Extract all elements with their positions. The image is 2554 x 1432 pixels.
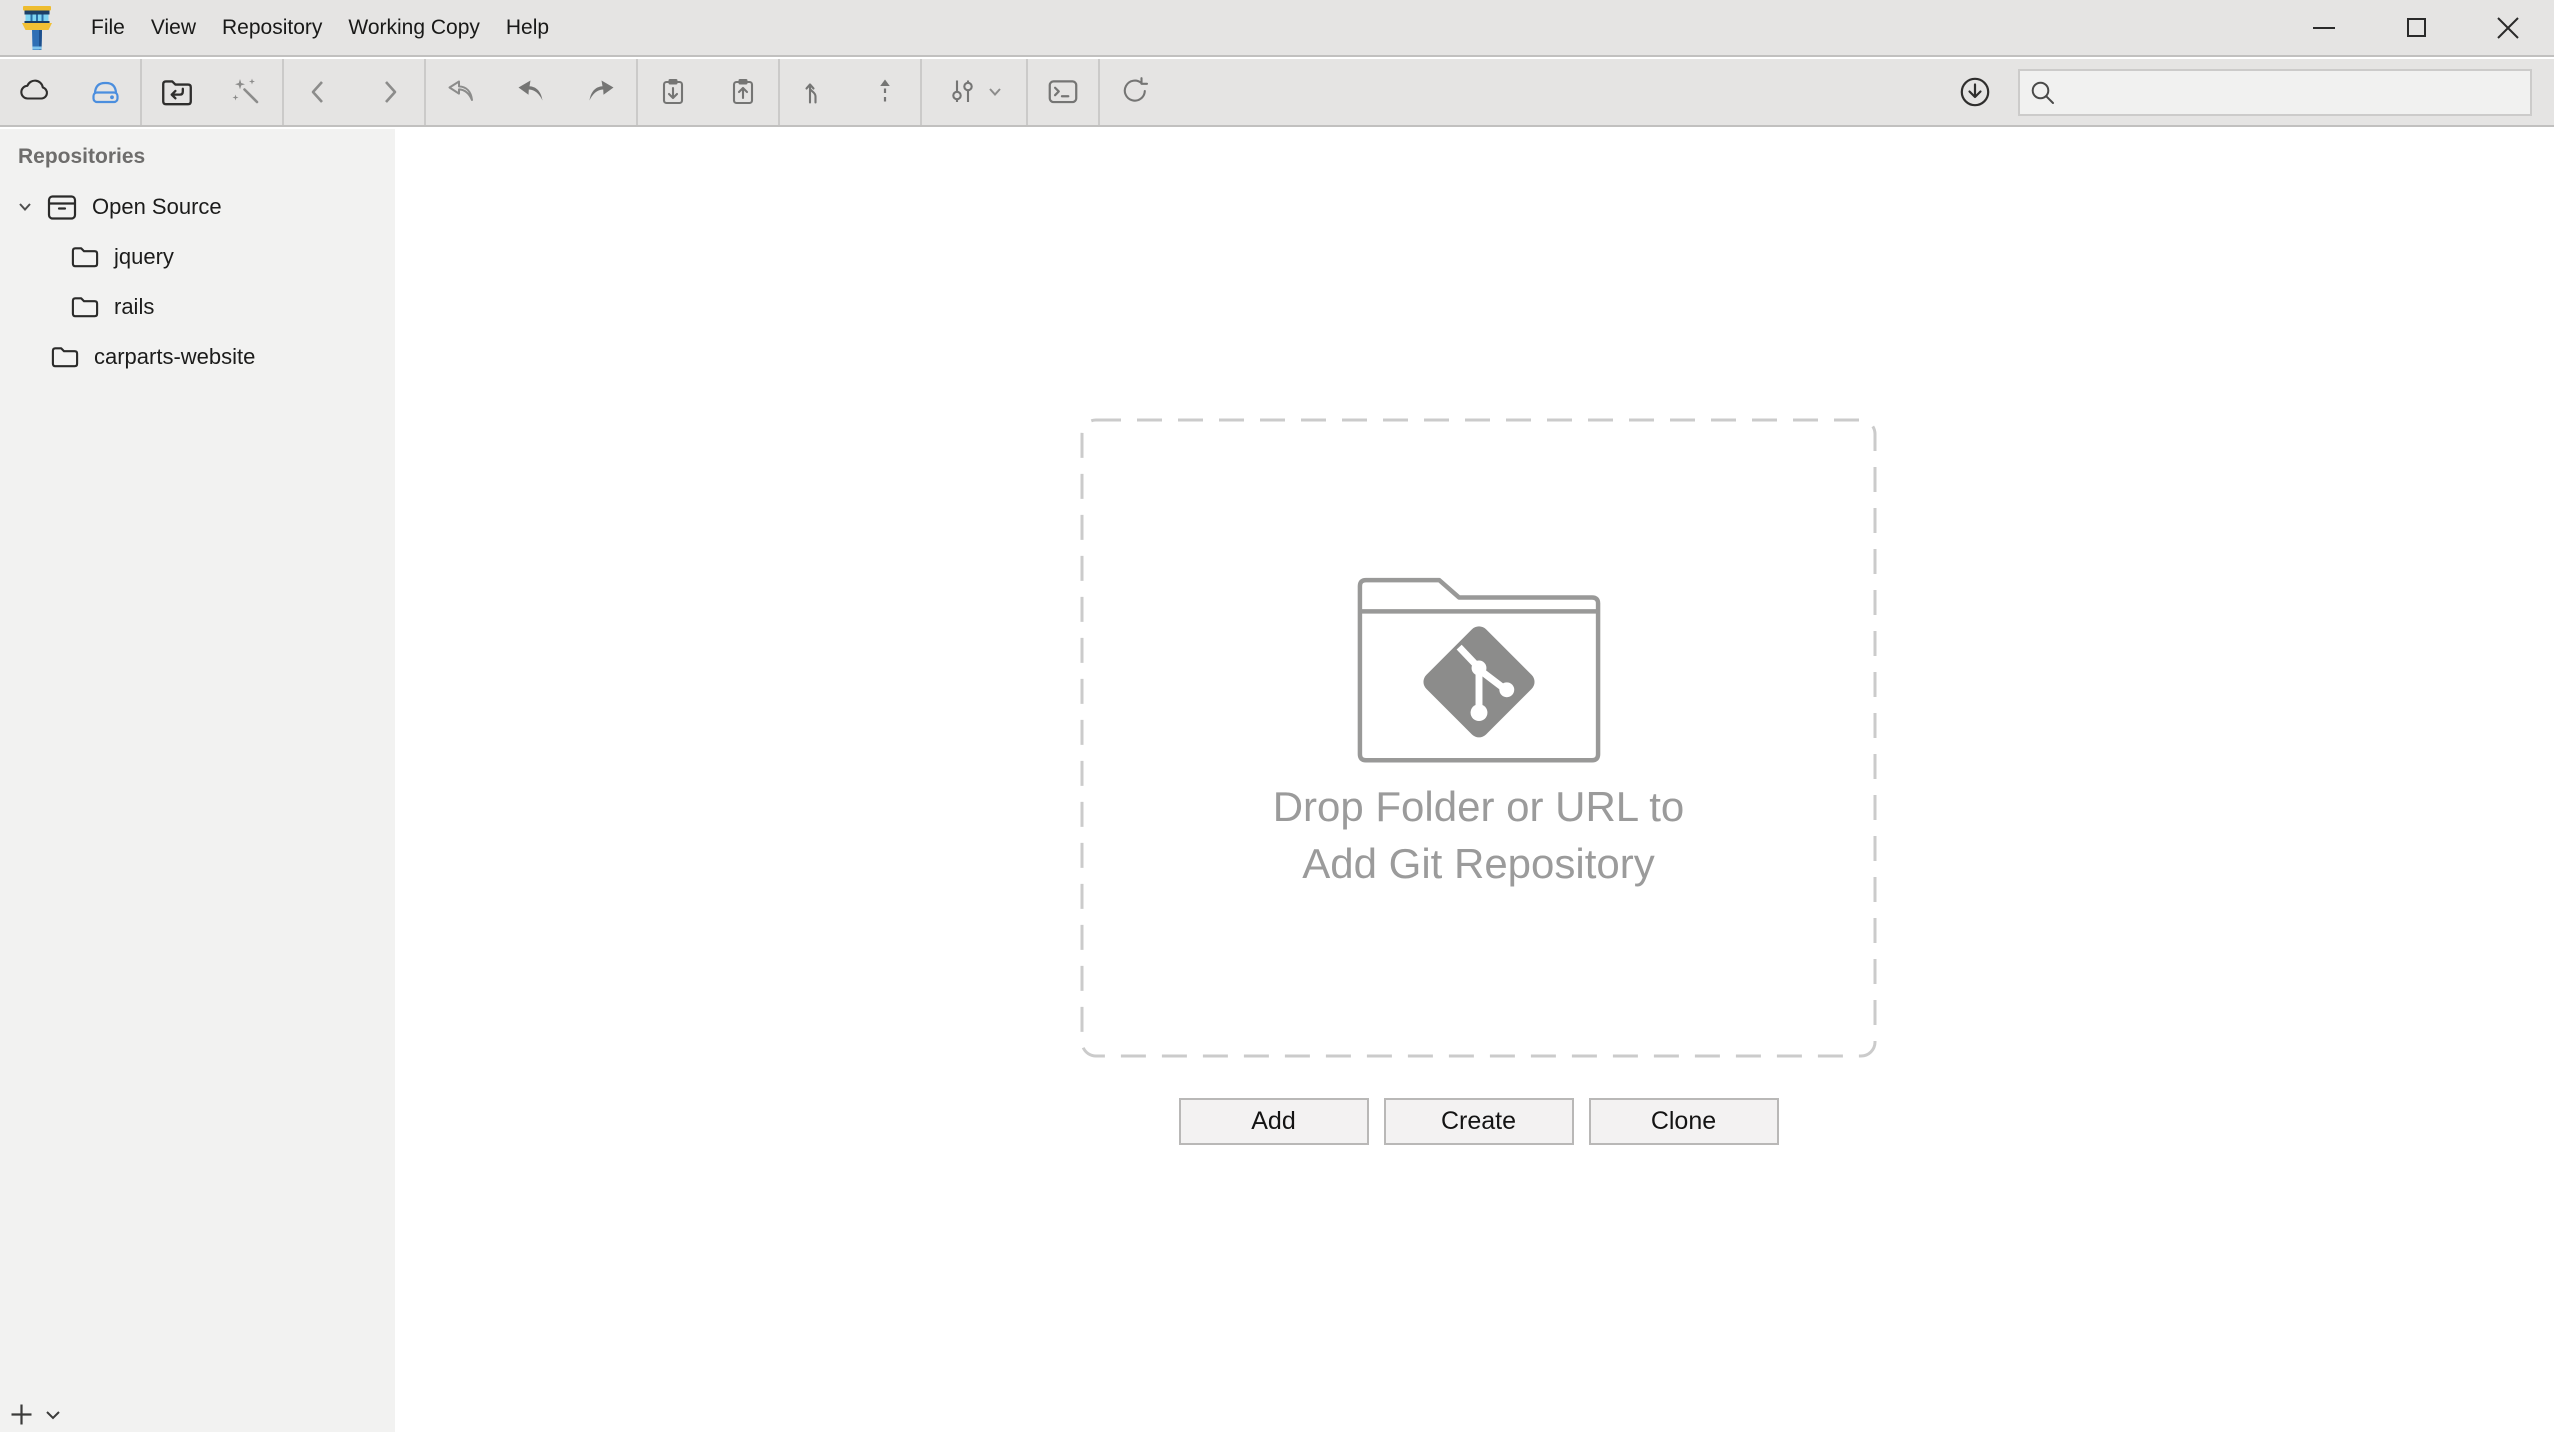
git-folder-icon	[1350, 564, 1608, 764]
chevron-down-icon	[988, 87, 1002, 97]
quick-launch-button[interactable]	[212, 59, 282, 125]
folder-icon	[70, 241, 100, 273]
local-drive-icon	[87, 74, 123, 110]
cloud-icon	[18, 75, 52, 109]
tree-item-label: rails	[114, 294, 154, 320]
menubar: File View Repository Working Copy Help	[78, 0, 562, 55]
dropzone-buttons: Add Create Clone	[1080, 1098, 1877, 1145]
chevron-down-icon[interactable]	[16, 199, 34, 215]
tree-item-open-source[interactable]: Open Source	[0, 182, 395, 232]
commit-graph-icon	[946, 75, 980, 109]
repository-dropzone[interactable]: Drop Folder or URL to Add Git Repository	[1080, 418, 1877, 1058]
tree-item-jquery[interactable]: jquery	[0, 232, 395, 282]
download-updates-button[interactable]	[1940, 59, 2010, 125]
main-area: Drop Folder or URL to Add Git Repository…	[395, 129, 2554, 1432]
stash-icon	[656, 75, 690, 109]
sidebar-footer	[10, 1403, 61, 1426]
open-repository-icon	[159, 74, 195, 110]
tree-item-label: carparts-website	[94, 344, 255, 370]
sidebar-header: Repositories	[0, 129, 395, 169]
tree-item-label: jquery	[114, 244, 174, 270]
folder-icon	[50, 341, 80, 373]
pull-button[interactable]	[496, 59, 566, 125]
window-controls	[2278, 0, 2554, 55]
merge-button[interactable]	[780, 59, 850, 125]
add-button[interactable]: Add	[1179, 1098, 1369, 1145]
push-dashed-button[interactable]	[850, 59, 920, 125]
toolbar	[0, 59, 2554, 127]
close-icon	[2496, 16, 2520, 40]
redo-filled-icon	[584, 75, 618, 109]
repository-tree: Open Source jquery rails carparts-websit…	[0, 182, 395, 382]
merge-icon	[798, 75, 832, 109]
chevron-down-icon[interactable]	[45, 1409, 61, 1421]
refresh-icon	[1118, 75, 1152, 109]
menu-repository[interactable]: Repository	[209, 0, 335, 55]
dropzone-hint: Drop Folder or URL to Add Git Repository	[1273, 778, 1685, 892]
open-terminal-button[interactable]	[1028, 59, 1098, 125]
plus-icon[interactable]	[10, 1403, 33, 1426]
search-input[interactable]	[2018, 69, 2532, 116]
minimize-icon	[2313, 27, 2335, 29]
clone-button[interactable]: Clone	[1589, 1098, 1779, 1145]
forward-button[interactable]	[354, 59, 424, 125]
pop-stash-icon	[726, 75, 760, 109]
app-logo-icon	[20, 5, 54, 51]
tree-item-label: Open Source	[92, 194, 222, 220]
back-icon	[302, 75, 336, 109]
tree-item-rails[interactable]: rails	[0, 282, 395, 332]
share-outline-icon	[444, 75, 478, 109]
sidebar: Repositories Open Source	[0, 129, 395, 1432]
remote-repositories-button[interactable]	[0, 59, 70, 125]
back-button[interactable]	[284, 59, 354, 125]
refresh-button[interactable]	[1100, 59, 1170, 125]
dropzone-hint-line1: Drop Folder or URL to	[1273, 778, 1685, 835]
push-button[interactable]	[566, 59, 636, 125]
open-repository-button[interactable]	[142, 59, 212, 125]
dropzone-hint-line2: Add Git Repository	[1273, 835, 1685, 892]
undo-filled-icon	[514, 75, 548, 109]
menu-view[interactable]: View	[138, 0, 209, 55]
close-button[interactable]	[2462, 0, 2554, 55]
download-icon	[1958, 75, 1992, 109]
push-dashed-icon	[868, 75, 902, 109]
maximize-icon	[2407, 18, 2426, 37]
search-box	[2018, 69, 2532, 116]
app-window: File View Repository Working Copy Help	[0, 0, 2554, 1432]
menu-working-copy[interactable]: Working Copy	[335, 0, 493, 55]
menu-file[interactable]: File	[78, 0, 138, 55]
magic-wand-icon	[230, 75, 264, 109]
titlebar: File View Repository Working Copy Help	[0, 0, 2554, 57]
menu-help[interactable]: Help	[493, 0, 562, 55]
create-button[interactable]: Create	[1384, 1098, 1574, 1145]
stash-button[interactable]	[638, 59, 708, 125]
terminal-icon	[1045, 74, 1081, 110]
interactive-rebase-button[interactable]	[922, 59, 1026, 125]
toolbar-right	[1940, 59, 2554, 125]
local-repositories-button[interactable]	[70, 59, 140, 125]
fetch-button[interactable]	[426, 59, 496, 125]
maximize-button[interactable]	[2370, 0, 2462, 55]
pop-stash-button[interactable]	[708, 59, 778, 125]
dropzone-content: Drop Folder or URL to Add Git Repository	[1080, 418, 1877, 1058]
folder-icon	[70, 291, 100, 323]
group-tray-icon	[46, 191, 78, 224]
minimize-button[interactable]	[2278, 0, 2370, 55]
tree-item-carparts-website[interactable]: carparts-website	[0, 332, 395, 382]
forward-icon	[372, 75, 406, 109]
